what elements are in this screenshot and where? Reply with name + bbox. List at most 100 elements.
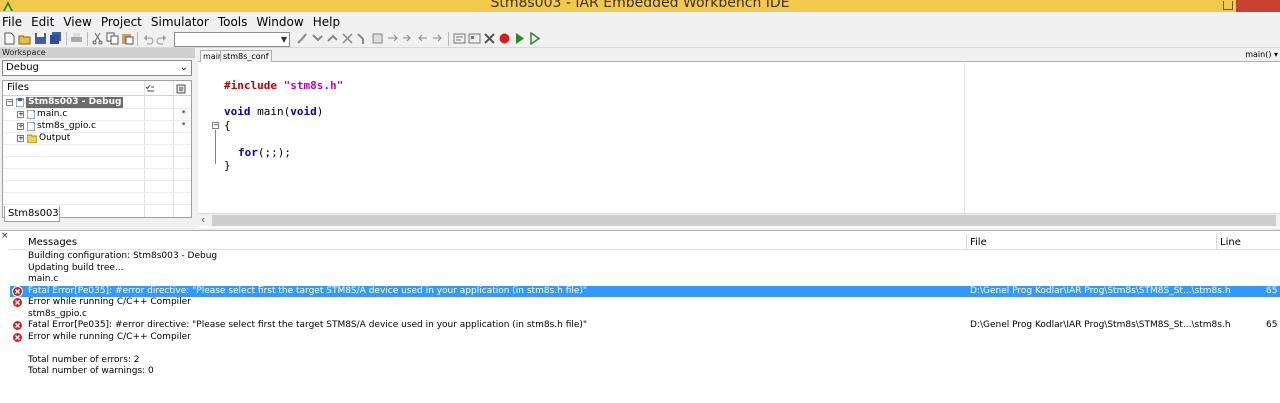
- scroll-left-icon[interactable]: ‹: [201, 213, 205, 226]
- configuration-select[interactable]: Debug ⌄: [2, 60, 192, 76]
- expand-icon[interactable]: +: [17, 111, 24, 118]
- find-in-files-icon[interactable]: [356, 32, 369, 45]
- function-selector[interactable]: main() ▾: [1245, 50, 1278, 59]
- message-line: 65: [1266, 320, 1278, 330]
- close-panel-icon[interactable]: ×: [1, 231, 9, 241]
- file-column-header[interactable]: File: [970, 237, 987, 249]
- toolbar-separator: [448, 32, 449, 46]
- error-message-row[interactable]: Error while running C/C++ Compiler: [10, 331, 1280, 343]
- navigate-forward-icon[interactable]: [431, 32, 444, 45]
- message-line: 65: [1266, 285, 1278, 296]
- find-combo[interactable]: ▼: [174, 32, 290, 47]
- tree-item-output[interactable]: + Output: [3, 133, 191, 144]
- find-next-icon[interactable]: [311, 32, 324, 45]
- tree-item-stm8s-gpio-c[interactable]: + stm8s_gpio.c •: [3, 120, 191, 132]
- compile-icon[interactable]: [453, 32, 466, 45]
- files-column-header[interactable]: Files: [7, 82, 29, 93]
- stop-build-icon[interactable]: [483, 32, 496, 45]
- expand-icon[interactable]: +: [17, 135, 24, 142]
- build-status-column-icon[interactable]: [145, 84, 155, 94]
- goto-icon[interactable]: [371, 32, 384, 45]
- print-icon[interactable]: [70, 32, 83, 45]
- tree-item-label: Output: [39, 133, 71, 143]
- row-divider: [3, 192, 191, 193]
- new-file-icon[interactable]: [3, 32, 16, 45]
- c-file-icon: [27, 122, 35, 131]
- expand-icon[interactable]: +: [17, 123, 24, 130]
- toolbar: ▼: [0, 30, 1280, 48]
- message-text: Error while running C/C++ Compiler: [28, 331, 191, 342]
- menu-simulator[interactable]: Simulator: [149, 13, 216, 30]
- message-text: main.c: [28, 274, 59, 284]
- file-tree-header: Files: [3, 81, 191, 96]
- find-previous-icon[interactable]: [326, 32, 339, 45]
- options-column-icon[interactable]: [176, 84, 186, 94]
- tab-stm8s-conf[interactable]: stm8s_conf: [220, 50, 272, 62]
- cut-icon[interactable]: [91, 32, 104, 45]
- paste-icon[interactable]: [121, 32, 134, 45]
- menu-view[interactable]: View: [61, 13, 98, 30]
- right-margin-guide: [964, 63, 965, 213]
- message-file: D:\Genel Prog Kodlar\IAR Prog\Stm8s\STM8…: [970, 285, 1231, 296]
- messages-column-header[interactable]: Messages: [28, 237, 77, 249]
- message-row[interactable]: Total number of warnings: 0: [10, 366, 1280, 377]
- message-row[interactable]: stm8s_gpio.c: [10, 309, 1280, 320]
- chevron-down-icon[interactable]: ▾: [1274, 50, 1278, 59]
- fold-collapse-icon[interactable]: −: [212, 122, 219, 129]
- message-text: Building configuration: Stm8s003 - Debug: [28, 251, 218, 261]
- horizontal-scrollbar[interactable]: ‹: [198, 213, 1280, 226]
- message-text: Fatal Error[Pe035]: #error directive: "P…: [28, 320, 588, 330]
- row-divider: [3, 204, 191, 205]
- error-message-row[interactable]: Fatal Error[Pe035]: #error directive: "P…: [10, 285, 1280, 297]
- redo-icon[interactable]: [156, 32, 169, 45]
- toolbar-separator: [87, 32, 88, 46]
- tree-item-label: Stm8s003 - Debug: [26, 97, 124, 108]
- chevron-down-icon[interactable]: ⌄: [180, 61, 188, 75]
- save-all-icon[interactable]: [49, 32, 62, 45]
- message-row[interactable]: Updating build tree...: [10, 263, 1280, 274]
- error-message-row[interactable]: Fatal Error[Pe035]: #error directive: "P…: [10, 320, 1280, 331]
- find-icon[interactable]: [296, 32, 309, 45]
- message-row[interactable]: main.c: [10, 274, 1280, 285]
- undo-icon[interactable]: [141, 32, 154, 45]
- debug-without-download-icon[interactable]: [528, 32, 541, 45]
- tree-item-main-c[interactable]: + main.c •: [3, 108, 191, 120]
- row-divider: [3, 180, 191, 181]
- menu-tools[interactable]: Tools: [216, 13, 255, 30]
- message-row[interactable]: Total number of errors: 2: [10, 355, 1280, 366]
- collapse-icon[interactable]: −: [6, 99, 13, 106]
- line-column-header[interactable]: Line: [1220, 237, 1241, 249]
- navigate-back-icon[interactable]: [416, 32, 429, 45]
- folder-icon: [27, 134, 37, 143]
- menu-help[interactable]: Help: [311, 13, 347, 30]
- scrollbar-thumb[interactable]: [212, 215, 1276, 226]
- save-icon[interactable]: [34, 32, 47, 45]
- menu-window[interactable]: Window: [254, 13, 310, 30]
- workspace-tab[interactable]: Stm8s003: [4, 206, 60, 222]
- next-bookmark-icon[interactable]: [401, 32, 414, 45]
- message-row[interactable]: [10, 343, 1280, 354]
- make-icon[interactable]: [468, 32, 481, 45]
- code-line-close-brace: }: [224, 159, 231, 172]
- chevron-down-icon[interactable]: ▼: [281, 35, 287, 44]
- toolbar-separator: [66, 32, 67, 46]
- bookmark-icon[interactable]: [386, 32, 399, 45]
- replace-icon[interactable]: [341, 32, 354, 45]
- toggle-breakpoint-icon[interactable]: [498, 32, 511, 45]
- workspace-panel: Workspace Debug ⌄ Files − Stm8s003 - Deb…: [0, 48, 195, 229]
- menu-edit[interactable]: Edit: [29, 13, 61, 30]
- message-text: Error while running C/C++ Compiler: [28, 297, 191, 307]
- open-folder-icon[interactable]: [18, 32, 31, 45]
- debug-icon[interactable]: [513, 32, 526, 45]
- modified-marker: •: [181, 108, 187, 118]
- restore-button[interactable]: [1223, 1, 1233, 10]
- tree-item-project[interactable]: − Stm8s003 - Debug ✔: [3, 97, 191, 108]
- code-editor[interactable]: #include "stm8s.h" void main(void) − { f…: [198, 63, 1280, 213]
- menu-project[interactable]: Project: [99, 13, 149, 30]
- message-row[interactable]: Building configuration: Stm8s003 - Debug: [10, 251, 1280, 262]
- error-message-row[interactable]: Error while running C/C++ Compiler: [10, 297, 1280, 308]
- menu-file[interactable]: File: [0, 13, 29, 30]
- copy-icon[interactable]: [106, 32, 119, 45]
- close-window-button[interactable]: [1236, 0, 1280, 12]
- checkmark-icon: ✔: [158, 97, 166, 107]
